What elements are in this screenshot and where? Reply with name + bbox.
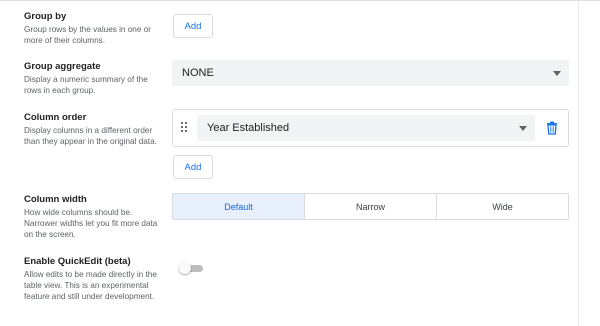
column-order-select[interactable]: Year Established bbox=[197, 115, 535, 141]
group-by-description: Group rows by the values in one or more … bbox=[24, 25, 151, 45]
group-by-title: Group by bbox=[24, 11, 67, 22]
column-order-value: Year Established bbox=[207, 122, 290, 134]
chevron-down-icon bbox=[553, 70, 561, 76]
group-aggregate-value: NONE bbox=[182, 67, 214, 79]
column-width-option-narrow[interactable]: Narrow bbox=[305, 194, 437, 219]
column-width-label-block: Column width How wide columns should be.… bbox=[24, 194, 164, 240]
group-aggregate-label-block: Group aggregate Display a numeric summar… bbox=[24, 61, 164, 96]
column-width-title: Column width bbox=[24, 194, 87, 205]
quick-edit-description: Allow edits to be made directly in the t… bbox=[24, 270, 157, 301]
quick-edit-title: Enable QuickEdit (beta) bbox=[24, 256, 131, 267]
group-aggregate-select[interactable]: NONE bbox=[172, 60, 569, 86]
chevron-down-icon bbox=[519, 125, 527, 131]
trash-icon[interactable] bbox=[545, 121, 559, 135]
toggle-knob bbox=[179, 262, 191, 274]
drag-handle-icon[interactable] bbox=[181, 122, 189, 134]
column-width-description: How wide columns should be. Narrower wid… bbox=[24, 208, 158, 239]
quick-edit-label-block: Enable QuickEdit (beta) Allow edits to b… bbox=[24, 256, 164, 302]
column-order-label-block: Column order Display columns in a differ… bbox=[24, 112, 164, 147]
column-width-segmented-control: Default Narrow Wide bbox=[172, 193, 569, 220]
column-width-option-wide[interactable]: Wide bbox=[437, 194, 568, 219]
column-width-option-default[interactable]: Default bbox=[173, 194, 305, 219]
column-order-description: Display columns in a different order tha… bbox=[24, 126, 157, 146]
column-order-add-button[interactable]: Add bbox=[173, 155, 213, 179]
group-by-label-block: Group by Group rows by the values in one… bbox=[24, 11, 164, 46]
quick-edit-toggle[interactable] bbox=[179, 262, 205, 274]
group-by-add-button[interactable]: Add bbox=[173, 14, 213, 38]
right-divider bbox=[578, 0, 579, 326]
group-aggregate-description: Display a numeric summary of the rows in… bbox=[24, 75, 148, 95]
column-order-title: Column order bbox=[24, 112, 87, 123]
top-divider bbox=[0, 0, 600, 1]
column-order-row: Year Established bbox=[172, 109, 569, 147]
group-aggregate-title: Group aggregate bbox=[24, 61, 101, 72]
